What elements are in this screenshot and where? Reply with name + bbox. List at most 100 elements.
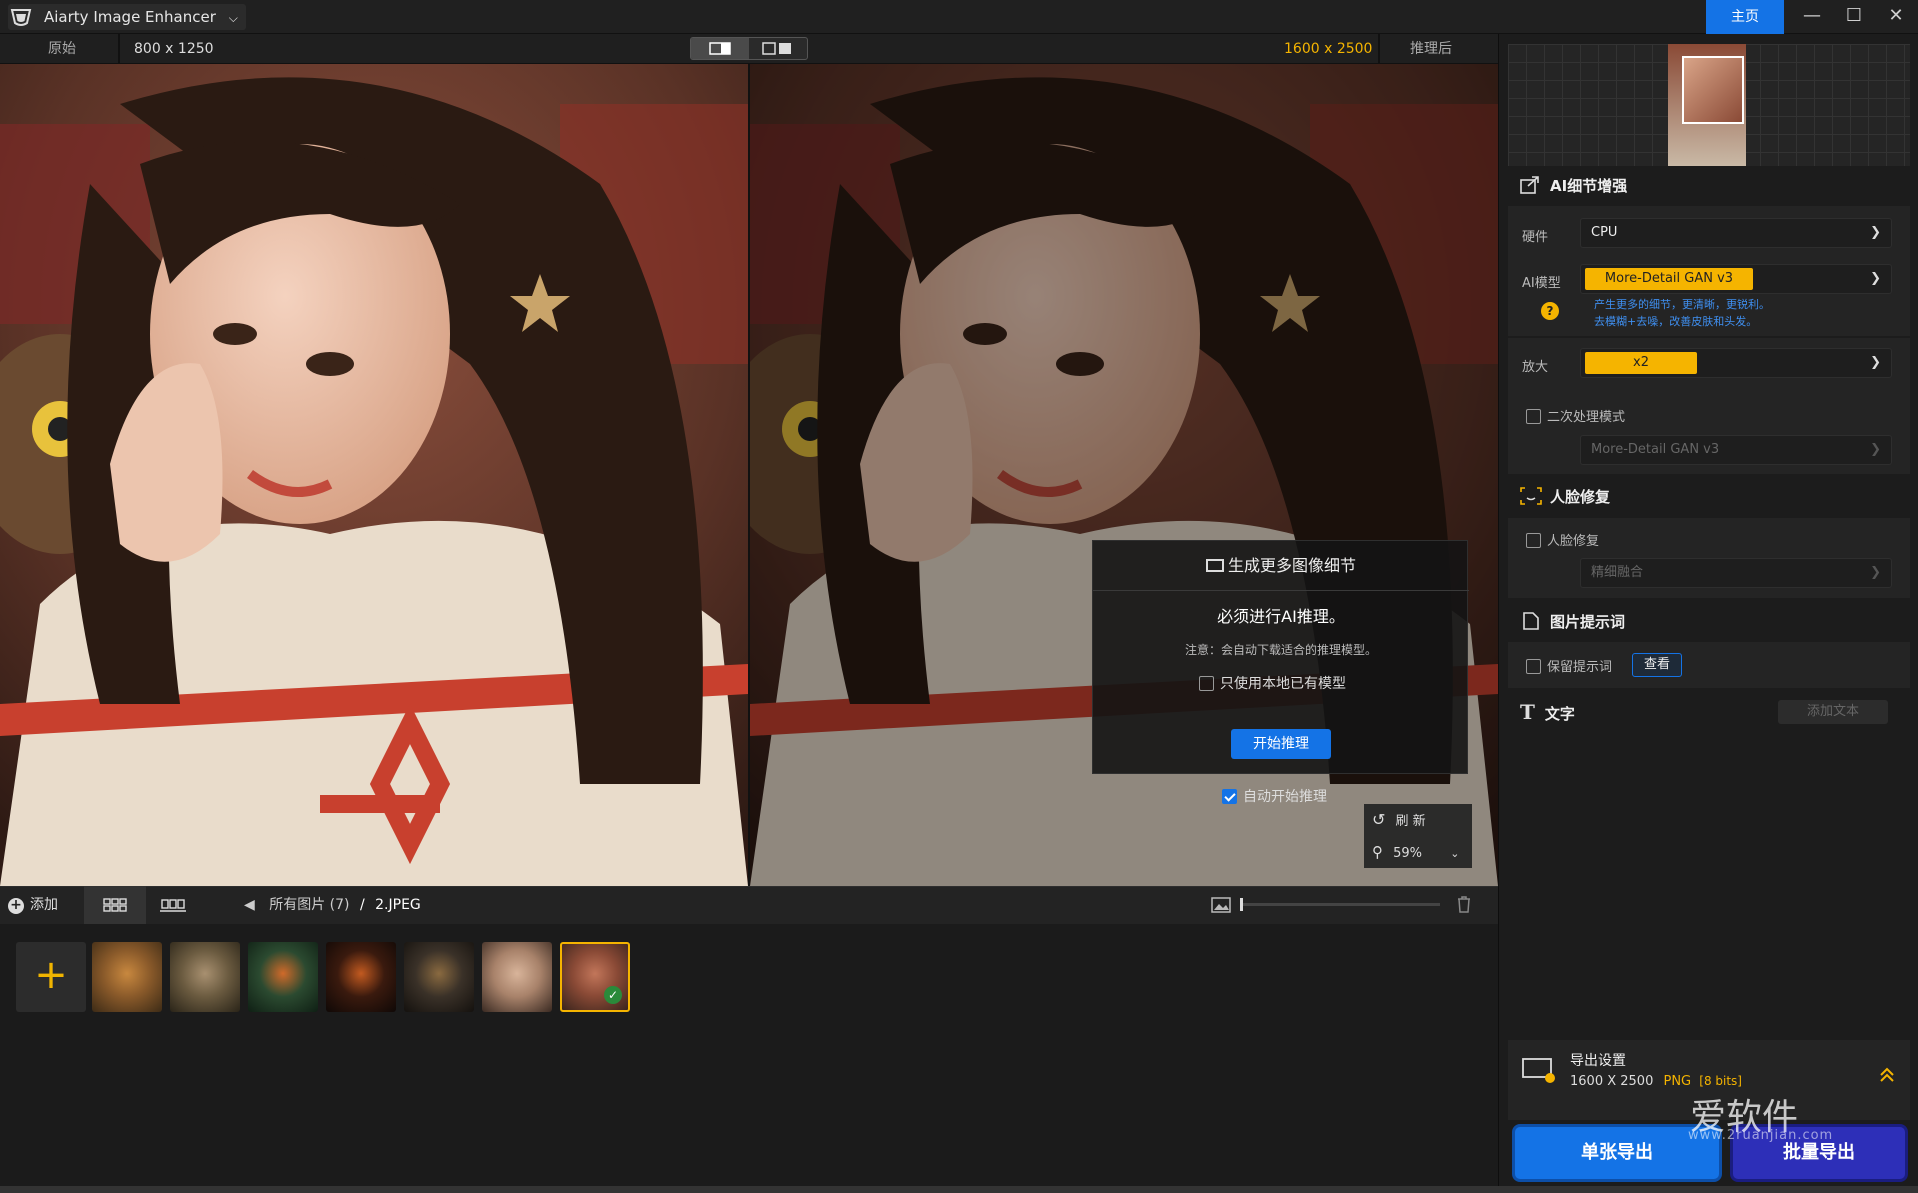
text-title: 文字 bbox=[1544, 705, 1575, 723]
face-repair-header: 人脸修复 bbox=[1520, 479, 1610, 515]
breadcrumb-file: 2.JPEG bbox=[375, 897, 421, 913]
checkbox-icon[interactable] bbox=[1526, 533, 1541, 548]
split-view-icon bbox=[709, 42, 731, 55]
prompt-title: 图片提示词 bbox=[1550, 613, 1626, 631]
add-text-button[interactable]: 添加文本 bbox=[1778, 700, 1888, 724]
dialog-title: 生成更多图像细节 bbox=[1093, 541, 1469, 591]
second-model-select[interactable]: More-Detail GAN v3 ❯ bbox=[1580, 435, 1892, 465]
zoom-control[interactable]: ⚲ 59% ⌄ bbox=[1364, 836, 1472, 868]
local-model-label: 只使用本地已有模型 bbox=[1220, 676, 1346, 692]
breadcrumb-separator: / bbox=[359, 897, 365, 913]
image-size-icon bbox=[1211, 897, 1231, 913]
navigator-viewport[interactable] bbox=[1682, 56, 1744, 124]
breadcrumb-all[interactable]: 所有图片 (7) bbox=[269, 897, 349, 913]
back-arrow-icon[interactable]: ◀ bbox=[244, 897, 255, 913]
hardware-label: 硬件 bbox=[1522, 230, 1549, 245]
export-format: PNG bbox=[1663, 1074, 1692, 1089]
dialog-heading: 必须进行AI推理。 bbox=[1217, 607, 1345, 626]
chevron-down-icon: ⌵ bbox=[228, 11, 238, 25]
navigator-preview[interactable] bbox=[1508, 44, 1910, 166]
plus-circle-icon: + bbox=[8, 898, 24, 914]
original-label: 原始 bbox=[48, 41, 76, 57]
original-image[interactable] bbox=[0, 64, 748, 886]
result-label: 推理后 bbox=[1410, 41, 1452, 57]
chevron-down-icon: ❯ bbox=[1870, 271, 1881, 286]
chevron-down-icon[interactable]: ⌄ bbox=[1450, 847, 1459, 860]
scale-value: x2 bbox=[1585, 352, 1697, 374]
document-icon bbox=[1523, 612, 1539, 630]
zoom-icon: ⚲ bbox=[1372, 843, 1383, 861]
face-mode-value: 精细融合 bbox=[1591, 565, 1644, 580]
thumbnail-butterfly[interactable] bbox=[170, 942, 240, 1012]
original-size: 800 x 1250 bbox=[134, 41, 214, 57]
face-scan-icon bbox=[1520, 487, 1542, 505]
selected-check-icon: ✓ bbox=[604, 986, 622, 1004]
ai-detail-header: AI细节增强 bbox=[1520, 168, 1627, 204]
local-model-checkbox[interactable]: 只使用本地已有模型 bbox=[1199, 673, 1346, 693]
checkbox-icon[interactable] bbox=[1199, 676, 1214, 691]
help-icon[interactable]: ? bbox=[1541, 302, 1559, 320]
scale-select[interactable]: x2 ❯ bbox=[1580, 348, 1892, 378]
split-view-button[interactable] bbox=[691, 38, 749, 59]
auto-start-checkbox[interactable]: 自动开始推理 bbox=[1222, 786, 1327, 806]
checkbox-checked-icon[interactable] bbox=[1222, 789, 1237, 804]
divider bbox=[1378, 34, 1380, 64]
add-thumbnail-button[interactable]: + bbox=[16, 942, 86, 1012]
enhance-icon bbox=[1520, 176, 1539, 194]
add-images-button[interactable]: + 添加 bbox=[0, 886, 82, 924]
checkbox-icon[interactable] bbox=[1526, 409, 1541, 424]
app-title-menu[interactable]: Aiarty Image Enhancer ⌵ bbox=[8, 4, 246, 30]
slider-handle[interactable] bbox=[1240, 898, 1243, 911]
dialog-note: 注意：会自动下载适合的推理模型。 bbox=[1184, 643, 1377, 657]
ai-detail-title: AI细节增强 bbox=[1550, 177, 1628, 195]
ai-model-label: AI模型 bbox=[1522, 276, 1561, 291]
portrait-illustration bbox=[0, 64, 748, 886]
text-tool-icon: T bbox=[1520, 700, 1535, 724]
thumbnail-size-slider[interactable] bbox=[1240, 898, 1440, 911]
home-button[interactable]: 主页 bbox=[1706, 0, 1784, 34]
view-mode-toggle[interactable] bbox=[690, 37, 808, 60]
thumbnail-portrait[interactable] bbox=[482, 942, 552, 1012]
second-pass-checkbox[interactable]: 二次处理模式 bbox=[1526, 406, 1625, 425]
keep-prompt-checkbox[interactable]: 保留提示词 bbox=[1526, 656, 1612, 675]
view-prompt-button[interactable]: 查看 bbox=[1632, 653, 1682, 677]
thumbnail-girl-current[interactable]: ✓ bbox=[560, 942, 630, 1012]
scale-label: 放大 bbox=[1522, 360, 1549, 375]
refresh-icon: ↺ bbox=[1372, 810, 1386, 829]
export-summary: 1600 X 2500 PNG [8 bits] bbox=[1570, 1074, 1742, 1089]
maximize-icon[interactable]: ☐ bbox=[1832, 0, 1876, 34]
hardware-value: CPU bbox=[1591, 225, 1618, 240]
hardware-select[interactable]: CPU ❯ bbox=[1580, 218, 1892, 248]
ai-model-select[interactable]: More-Detail GAN v3 ❯ bbox=[1580, 264, 1892, 294]
breadcrumb: ◀ 所有图片 (7) / 2.JPEG bbox=[244, 886, 421, 924]
face-repair-label: 人脸修复 bbox=[1547, 534, 1600, 549]
start-inference-button[interactable]: 开始推理 bbox=[1231, 729, 1331, 759]
side-by-side-button[interactable] bbox=[749, 38, 807, 59]
grid-icon bbox=[103, 898, 127, 912]
refresh-button[interactable]: ↺ 刷 新 bbox=[1364, 804, 1472, 836]
divider bbox=[1508, 336, 1910, 338]
checkbox-icon[interactable] bbox=[1526, 659, 1541, 674]
second-model-value: More-Detail GAN v3 bbox=[1591, 442, 1720, 457]
face-repair-checkbox[interactable]: 人脸修复 bbox=[1526, 530, 1599, 549]
strip-view-button[interactable] bbox=[146, 886, 202, 924]
monitor-icon bbox=[1205, 559, 1224, 572]
minimize-icon[interactable]: — bbox=[1790, 0, 1834, 34]
grid-view-button[interactable] bbox=[84, 886, 146, 924]
export-size: 1600 X 2500 bbox=[1570, 1074, 1654, 1089]
export-bits: [8 bits] bbox=[1699, 1074, 1742, 1088]
chevron-up-icon[interactable] bbox=[1878, 1066, 1896, 1084]
chevron-down-icon: ❯ bbox=[1870, 225, 1881, 240]
thumbnail-dog-warrior[interactable] bbox=[404, 942, 474, 1012]
face-mode-select[interactable]: 精细融合 ❯ bbox=[1580, 558, 1892, 588]
close-icon[interactable]: ✕ bbox=[1874, 0, 1918, 34]
thumbnail-tiger[interactable] bbox=[92, 942, 162, 1012]
thumbnail-fairy-jar[interactable] bbox=[248, 942, 318, 1012]
export-settings-icon bbox=[1522, 1058, 1555, 1083]
status-strip bbox=[0, 1186, 1918, 1193]
filmstrip-icon bbox=[160, 899, 186, 912]
app-logo-icon bbox=[10, 9, 32, 26]
export-title: 导出设置 bbox=[1570, 1053, 1626, 1069]
thumbnail-burger[interactable] bbox=[326, 942, 396, 1012]
trash-icon[interactable] bbox=[1454, 894, 1474, 914]
